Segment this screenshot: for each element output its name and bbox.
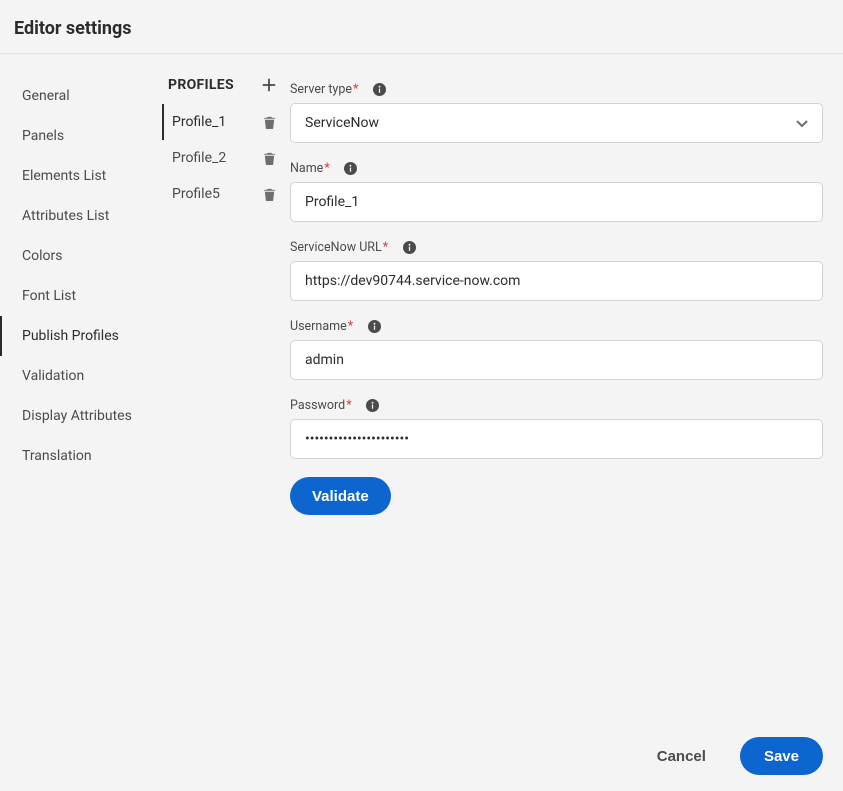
field-label: Username* (290, 319, 353, 334)
nav-label: Colors (22, 248, 62, 264)
dialog-title: Editor settings (14, 18, 829, 39)
nav-item-publish-profiles[interactable]: Publish Profiles (0, 316, 162, 356)
profiles-title: PROFILES (168, 77, 234, 93)
server-type-select[interactable] (290, 103, 823, 143)
required-asterisk: * (346, 398, 351, 413)
field-url: ServiceNow URL* (290, 240, 823, 301)
field-label: ServiceNow URL* (290, 240, 388, 255)
required-asterisk: * (348, 319, 353, 334)
server-type-select-wrapper (290, 103, 823, 143)
nav-item-validation[interactable]: Validation (0, 356, 162, 396)
profiles-header: PROFILES (162, 76, 286, 104)
profile-item-2[interactable]: Profile_2 (162, 140, 286, 176)
nav-label: Publish Profiles (22, 328, 119, 344)
editor-settings-dialog: Editor settings General Panels Elements … (0, 0, 843, 791)
profile-label: Profile5 (172, 186, 220, 202)
nav-label: Validation (22, 368, 84, 384)
nav-item-general[interactable]: General (0, 76, 162, 116)
delete-profile-button[interactable] (262, 115, 276, 129)
field-label: Name* (290, 161, 330, 176)
nav-item-panels[interactable]: Panels (0, 116, 162, 156)
delete-profile-button[interactable] (262, 187, 276, 201)
field-password: Password* (290, 398, 823, 459)
field-label-row: Name* (290, 161, 823, 176)
nav-label: Translation (22, 448, 92, 464)
plus-icon (261, 77, 277, 93)
nav-label: General (22, 88, 70, 104)
field-label: Password* (290, 398, 352, 413)
settings-nav: General Panels Elements List Attributes … (0, 54, 162, 515)
info-icon[interactable] (372, 83, 386, 97)
field-label-row: Server type* (290, 82, 823, 97)
nav-label: Display Attributes (22, 408, 132, 424)
profile-item-1[interactable]: Profile_1 (162, 104, 286, 140)
password-input[interactable] (290, 419, 823, 459)
nav-item-colors[interactable]: Colors (0, 236, 162, 276)
nav-label: Panels (22, 128, 64, 144)
label-text: Server type (290, 82, 352, 97)
dialog-body: General Panels Elements List Attributes … (0, 54, 843, 515)
nav-label: Elements List (22, 168, 106, 184)
info-icon[interactable] (344, 162, 358, 176)
trash-icon (263, 188, 276, 201)
nav-item-font-list[interactable]: Font List (0, 276, 162, 316)
dialog-footer: Cancel Save (651, 737, 823, 775)
username-input[interactable] (290, 340, 823, 380)
nav-item-display-attributes[interactable]: Display Attributes (0, 396, 162, 436)
nav-label: Font List (22, 288, 76, 304)
trash-icon (263, 152, 276, 165)
required-asterisk: * (324, 161, 329, 176)
trash-icon (263, 116, 276, 129)
profile-label: Profile_2 (172, 150, 226, 166)
nav-item-translation[interactable]: Translation (0, 436, 162, 476)
profiles-column: PROFILES Profile_1 Profile_2 (162, 54, 286, 515)
info-icon[interactable] (366, 399, 380, 413)
label-text: Password (290, 398, 345, 413)
name-input[interactable] (290, 182, 823, 222)
cancel-button[interactable]: Cancel (651, 747, 712, 766)
field-name: Name* (290, 161, 823, 222)
profile-form: Server type* Name* (286, 54, 843, 515)
info-icon[interactable] (402, 241, 416, 255)
profile-label: Profile_1 (172, 114, 226, 130)
label-text: ServiceNow URL (290, 240, 382, 255)
dialog-header: Editor settings (0, 0, 843, 54)
validate-button[interactable]: Validate (290, 477, 391, 515)
field-username: Username* (290, 319, 823, 380)
nav-label: Attributes List (22, 208, 109, 224)
required-asterisk: * (353, 82, 358, 97)
field-label-row: ServiceNow URL* (290, 240, 823, 255)
label-text: Username (290, 319, 347, 334)
add-profile-button[interactable] (260, 76, 278, 94)
nav-item-attributes-list[interactable]: Attributes List (0, 196, 162, 236)
delete-profile-button[interactable] (262, 151, 276, 165)
nav-item-elements-list[interactable]: Elements List (0, 156, 162, 196)
profile-item-3[interactable]: Profile5 (162, 176, 286, 212)
field-label-row: Username* (290, 319, 823, 334)
info-icon[interactable] (367, 320, 381, 334)
label-text: Name (290, 161, 323, 176)
url-input[interactable] (290, 261, 823, 301)
required-asterisk: * (383, 240, 388, 255)
field-server-type: Server type* (290, 82, 823, 143)
field-label-row: Password* (290, 398, 823, 413)
field-label: Server type* (290, 82, 358, 97)
save-button[interactable]: Save (740, 737, 823, 775)
